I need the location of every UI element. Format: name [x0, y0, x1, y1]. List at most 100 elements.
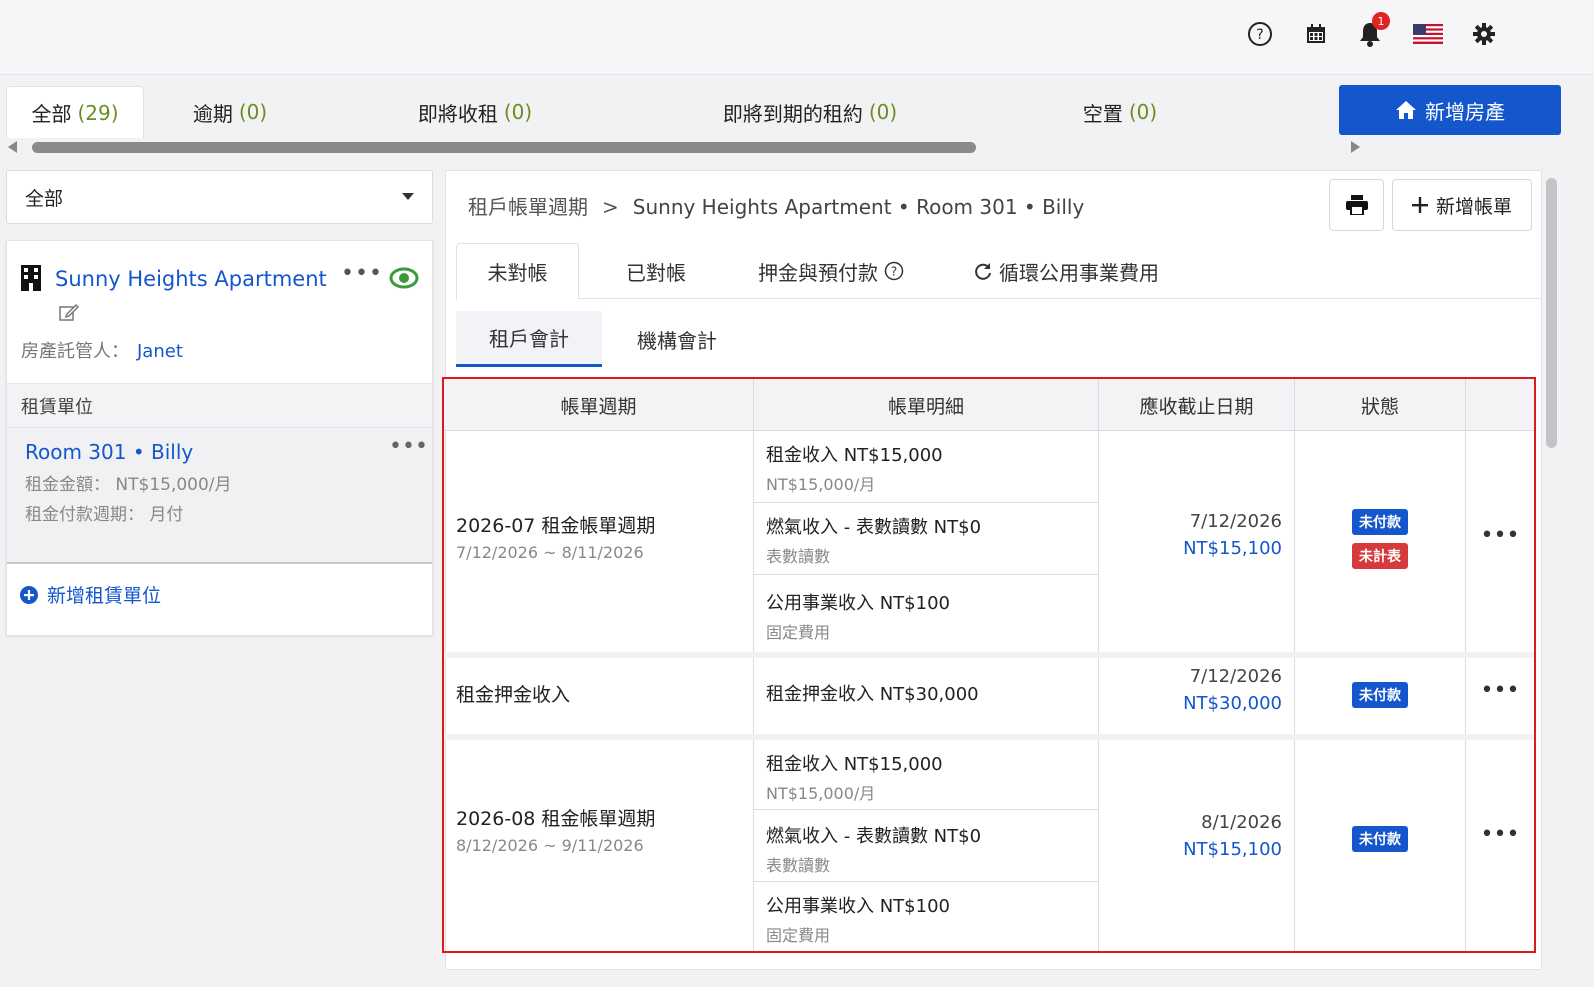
scroll-left-icon[interactable]	[8, 141, 17, 153]
unit-rent-amount: 租金金額： NT$15,000/月	[25, 475, 232, 495]
property-group-select[interactable]: 全部	[6, 170, 433, 224]
tab-reconciled[interactable]: 已對帳	[596, 243, 716, 299]
column-header: 狀態	[1295, 379, 1466, 431]
help-icon[interactable]: ?	[884, 261, 904, 281]
subtab-tenant-accounting[interactable]: 租戶會計	[456, 311, 602, 367]
detail-subtitle: NT$15,000/月	[766, 784, 876, 803]
add-property-label: 新增房產	[1425, 99, 1505, 124]
actions-cell: •••	[1466, 658, 1534, 734]
table-row: 2026-08 租金帳單週期 8/12/2026 ~ 9/11/2026 租金收…	[444, 740, 1534, 951]
filter-tab-overdue[interactable]: 逾期 (0)	[150, 86, 310, 138]
row-more-button[interactable]: •••	[1466, 523, 1534, 548]
due-amount: NT$15,100	[1183, 839, 1282, 860]
scroll-right-icon[interactable]	[1351, 141, 1360, 153]
row-more-button[interactable]: •••	[1466, 822, 1534, 847]
horizontal-scrollbar[interactable]	[8, 138, 1360, 156]
table-row: 租金押金收入 租金押金收入 NT$30,000 7/12/2026 NT$30,…	[444, 658, 1534, 740]
print-button[interactable]	[1329, 179, 1384, 231]
status-cell: 未付款 未計表	[1295, 431, 1466, 652]
filter-tab-count: (0)	[238, 100, 268, 124]
filter-tab-label: 空置	[1082, 101, 1123, 126]
status-cell: 未付款	[1295, 658, 1466, 734]
period-range: 8/12/2026 ~ 9/11/2026	[456, 836, 644, 855]
row-more-button[interactable]: •••	[1466, 678, 1534, 703]
unit-list-item[interactable]: Room 301 • Billy ••• 租金金額： NT$15,000/月 租…	[7, 428, 432, 564]
period-title: 2026-08 租金帳單週期	[456, 808, 656, 830]
detail-subtitle: 固定費用	[766, 926, 831, 945]
unit-title-link[interactable]: Room 301 • Billy	[25, 440, 193, 464]
edit-icon[interactable]	[59, 303, 79, 321]
gear-icon[interactable]	[1468, 18, 1500, 50]
table-header-row: 帳單週期 帳單明細 應收截止日期 狀態	[444, 379, 1534, 431]
eye-icon[interactable]	[389, 267, 419, 289]
period-range: 7/12/2026 ~ 8/11/2026	[456, 543, 644, 562]
detail-line: 租金押金收入 NT$30,000	[754, 658, 1099, 734]
due-info: 8/1/2026 NT$15,100	[1183, 812, 1282, 860]
us-flag-icon[interactable]	[1412, 18, 1444, 50]
detail-line: 公用事業收入 NT$100 固定費用	[754, 882, 1099, 951]
period-cell: 2026-08 租金帳單週期 8/12/2026 ~ 9/11/2026	[444, 740, 754, 951]
vertical-scrollbar[interactable]	[1546, 178, 1557, 448]
property-more-button[interactable]: •••	[341, 261, 383, 286]
detail-line: 公用事業收入 NT$100 固定費用	[754, 575, 1099, 652]
add-unit-button[interactable]: 新增租賃單位	[19, 581, 161, 608]
period-cell: 租金押金收入	[444, 658, 754, 734]
printer-icon	[1345, 195, 1368, 215]
filter-tab-label: 逾期	[192, 101, 233, 126]
tab-recurring-utilities[interactable]: 循環公用事業費用	[956, 243, 1176, 299]
details-cell: 租金押金收入 NT$30,000	[754, 658, 1099, 734]
detail-subtitle: 表數讀數	[766, 547, 831, 566]
column-header: 帳單明細	[754, 379, 1099, 431]
detail-title: 公用事業收入 NT$100	[766, 896, 950, 917]
tab-label: 循環公用事業費用	[999, 260, 1159, 285]
help-icon[interactable]: ?	[1244, 18, 1276, 50]
add-property-button[interactable]: 新增房產	[1339, 85, 1561, 135]
breadcrumb-root-link[interactable]: 租戶帳單週期	[468, 195, 588, 219]
details-cell: 租金收入 NT$15,000 NT$15,000/月 燃氣收入 - 表數讀數 N…	[754, 740, 1099, 951]
filter-tab-expiring-leases[interactable]: 即將到期的租約 (0)	[660, 86, 960, 138]
property-name-link[interactable]: Sunny Heights Apartment	[55, 267, 327, 291]
column-header	[1466, 379, 1534, 431]
breadcrumb: 租戶帳單週期 > Sunny Heights Apartment • Room 30…	[468, 191, 1084, 220]
tab-deposits-prepayments[interactable]: 押金與預付款 ?	[741, 243, 921, 299]
due-info: 7/12/2026 NT$30,000	[1183, 666, 1282, 714]
detail-title: 租金收入 NT$15,000	[766, 754, 943, 775]
unit-more-button[interactable]: •••	[389, 434, 428, 459]
tab-label: 押金與預付款	[758, 260, 878, 285]
subtab-label: 租戶會計	[489, 327, 569, 351]
filter-tab-all[interactable]: 全部 (29)	[6, 86, 144, 138]
detail-title: 租金收入 NT$15,000	[766, 445, 943, 466]
detail-subtitle: 表數讀數	[766, 856, 831, 875]
tab-unreconciled[interactable]: 未對帳	[456, 243, 579, 300]
filter-tab-upcoming-rent[interactable]: 即將收租 (0)	[360, 86, 590, 138]
details-cell: 租金收入 NT$15,000 NT$15,000/月 燃氣收入 - 表數讀數 N…	[754, 431, 1099, 652]
add-bill-label: 新增帳單	[1435, 195, 1512, 218]
bell-icon[interactable]: 1	[1354, 12, 1390, 50]
detail-subtitle: 固定費用	[766, 623, 831, 642]
plus-circle-icon	[20, 585, 38, 604]
actions-cell: •••	[1466, 431, 1534, 652]
add-unit-label: 新增租賃單位	[47, 585, 162, 607]
status-badge: 未計表	[1352, 543, 1408, 569]
unit-payment-cycle: 租金付款週期： 月付	[25, 505, 184, 525]
plus-icon	[1411, 197, 1428, 213]
calendar-icon[interactable]	[1300, 18, 1332, 50]
due-amount: NT$30,000	[1183, 693, 1282, 714]
home-icon	[1396, 101, 1416, 119]
detail-line: 租金收入 NT$15,000 NT$15,000/月	[754, 431, 1099, 503]
breadcrumb-separator: >	[602, 195, 619, 219]
reconcile-tabs: 未對帳 已對帳 押金與預付款 ? 循環公用事業費用	[456, 243, 1541, 300]
building-icon	[21, 265, 41, 291]
manager-name-link[interactable]: Janet	[137, 341, 183, 362]
period-title: 2026-07 租金帳單週期	[456, 515, 656, 537]
due-info: 7/12/2026 NT$15,100	[1183, 511, 1282, 559]
status-badge: 未付款	[1352, 509, 1408, 535]
due-amount: NT$15,100	[1183, 538, 1282, 559]
period-title: 租金押金收入	[456, 684, 571, 706]
scrollbar-thumb[interactable]	[32, 142, 976, 153]
detail-line: 燃氣收入 - 表數讀數 NT$0 表數讀數	[754, 810, 1099, 882]
filter-tab-count: (0)	[868, 100, 898, 124]
add-bill-button[interactable]: 新增帳單	[1392, 179, 1532, 231]
subtab-agency-accounting[interactable]: 機構會計	[612, 311, 742, 367]
filter-tab-vacant[interactable]: 空置 (0)	[1040, 86, 1200, 138]
